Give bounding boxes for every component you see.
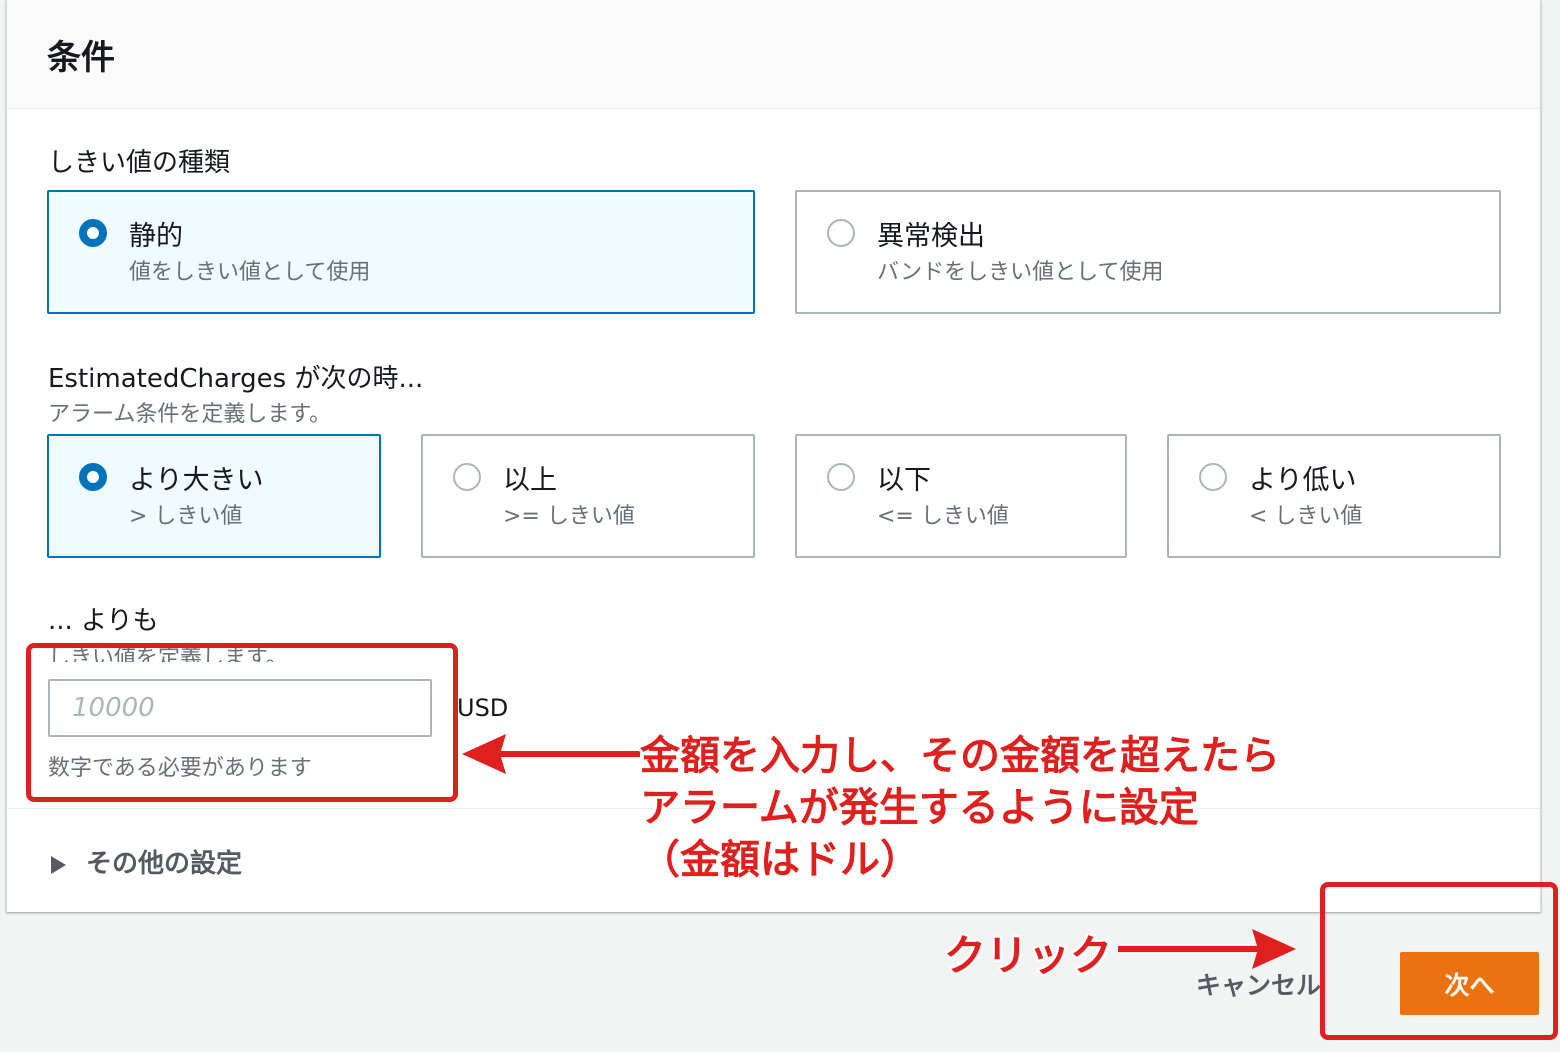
annotation-line: アラームが発生するように設定 xyxy=(640,785,1199,831)
arrow-right-icon xyxy=(1118,929,1296,969)
annotation-amount-note: 金額を入力し、その金額を超えたら アラームが発生するように設定 （金額はドル） xyxy=(640,730,1280,886)
annotation-arrows xyxy=(462,734,1296,969)
arrow-left-icon xyxy=(462,734,640,774)
annotation-click-note: クリック xyxy=(944,931,1113,980)
annotation-line: 金額を入力し、その金額を超えたら xyxy=(640,733,1280,779)
annotation-line: （金額はドル） xyxy=(640,837,920,883)
